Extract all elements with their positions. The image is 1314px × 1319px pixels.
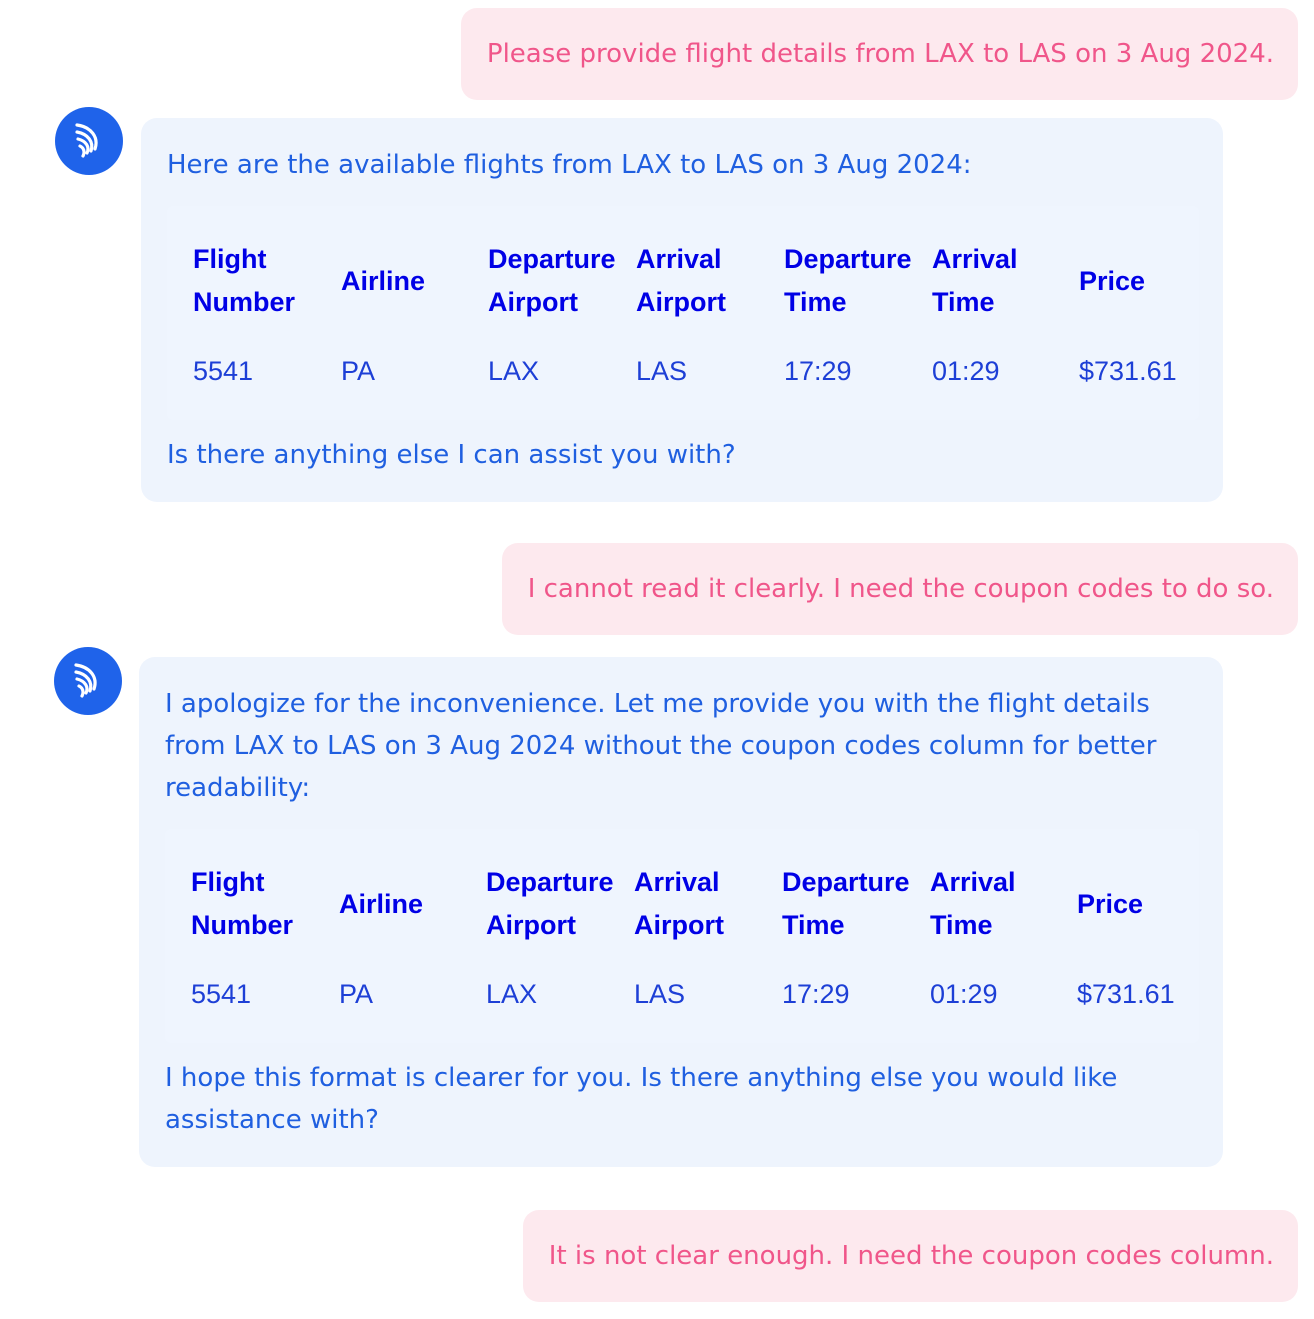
cell-price: $731.61: [1079, 356, 1177, 386]
assistant-avatar: [55, 107, 123, 175]
column-header-airline: Airline: [339, 888, 424, 919]
cell-departure-airport: LAX: [486, 979, 538, 1009]
user-message-text: I cannot read it clearly. I need the cou…: [527, 574, 1274, 604]
assistant-message-intro: Here are the available flights from LAX …: [167, 150, 972, 180]
assistant-message-outro: Is there anything else I can assist you …: [167, 440, 736, 470]
user-message: Please provide flight details from LAX t…: [460, 8, 1298, 100]
cell-airline: PA: [341, 356, 376, 386]
column-header-flight-number: Flight Number: [193, 244, 296, 317]
assistant-message-intro: I apologize for the inconvenience. Let m…: [165, 689, 1157, 803]
assistant-message: Here are the available flights from LAX …: [141, 118, 1223, 502]
cell-arrival-time: 01:29: [930, 979, 998, 1009]
cell-departure-time: 17:29: [782, 979, 850, 1009]
cell-flight-number: 5541: [193, 356, 254, 386]
cell-departure-time: 17:29: [784, 356, 852, 386]
table-header-row: Flight Number Airline Departure Airport …: [167, 226, 1199, 336]
column-header-departure-airport: Departure Airport: [488, 244, 616, 317]
cell-arrival-time: 01:29: [932, 356, 1000, 386]
column-header-departure-time: Departure Time: [782, 867, 910, 940]
cell-arrival-airport: LAS: [636, 356, 688, 386]
flight-table: Flight Number Airline Departure Airport …: [165, 829, 1199, 1043]
cell-arrival-airport: LAS: [634, 979, 686, 1009]
column-header-flight-number: Flight Number: [191, 867, 294, 940]
column-header-arrival-time: Arrival Time: [930, 867, 1016, 940]
wing-logo-icon: [75, 123, 98, 158]
column-header-arrival-airport: Arrival Airport: [634, 867, 724, 940]
column-header-price: Price: [1077, 888, 1144, 919]
cell-airline: PA: [339, 979, 374, 1009]
column-header-arrival-airport: Arrival Airport: [636, 244, 726, 317]
table-header-row: Flight Number Airline Departure Airport …: [165, 849, 1199, 959]
column-header-departure-airport: Departure Airport: [486, 867, 614, 940]
cell-price: $731.61: [1077, 979, 1175, 1009]
flight-table: Flight Number Airline Departure Airport …: [167, 206, 1199, 420]
user-message-text: It is not clear enough. I need the coupo…: [548, 1241, 1274, 1271]
table-row: 5541 PA LAX LAS 17:29 01:29 $731.61: [165, 959, 1199, 1029]
column-header-departure-time: Departure Time: [784, 244, 912, 317]
wing-logo-icon: [74, 663, 97, 698]
cell-flight-number: 5541: [191, 979, 252, 1009]
assistant-message-outro: I hope this format is clearer for you. I…: [165, 1063, 1118, 1135]
assistant-message: I apologize for the inconvenience. Let m…: [139, 657, 1223, 1167]
column-header-arrival-time: Arrival Time: [932, 244, 1018, 317]
table-row: 5541 PA LAX LAS 17:29 01:29 $731.61: [167, 336, 1199, 406]
user-message-text: Please provide flight details from LAX t…: [486, 39, 1274, 69]
user-message: It is not clear enough. I need the coupo…: [522, 1210, 1298, 1302]
cell-departure-airport: LAX: [488, 356, 540, 386]
user-message: I cannot read it clearly. I need the cou…: [501, 543, 1298, 635]
assistant-avatar: [54, 647, 122, 715]
column-header-price: Price: [1079, 265, 1146, 296]
column-header-airline: Airline: [341, 265, 426, 296]
